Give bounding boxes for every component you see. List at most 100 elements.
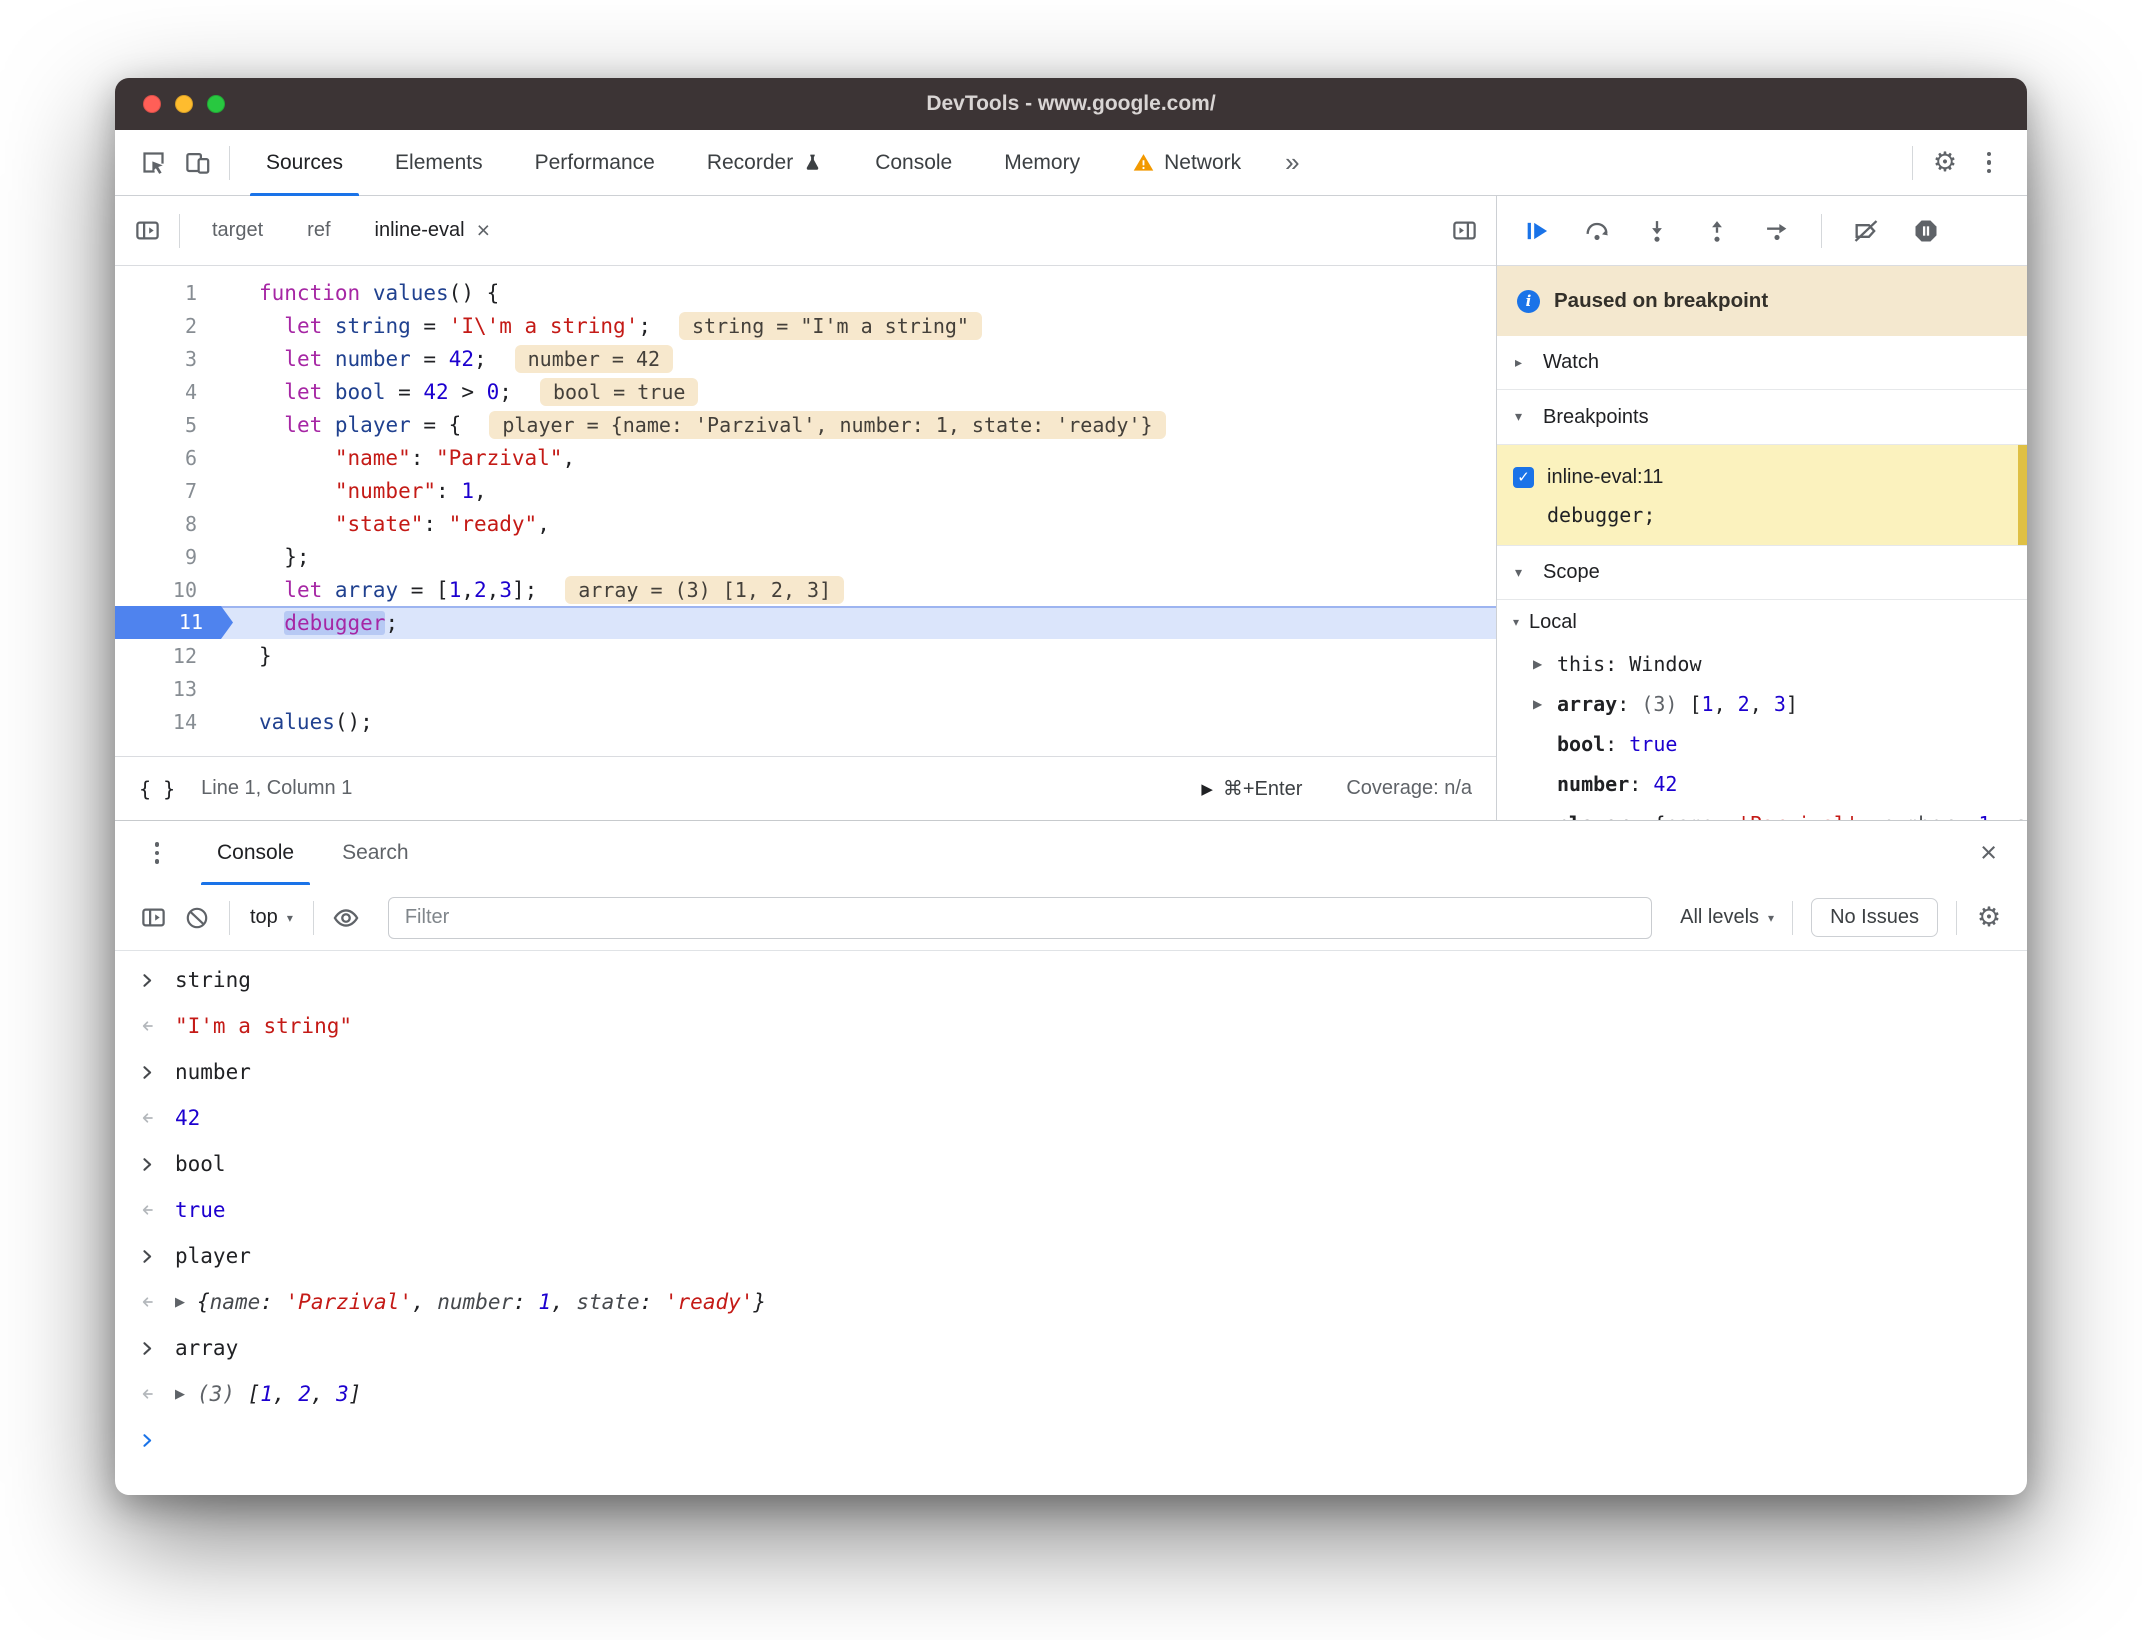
scope-group-local[interactable]: ▾ Local (1497, 600, 2027, 644)
code-line[interactable]: 1 function values() { (115, 276, 1496, 309)
console-input-chevron-icon (137, 1246, 175, 1267)
live-expression-eye-icon[interactable] (324, 896, 368, 940)
settings-gear-icon[interactable]: ⚙ (1923, 141, 1967, 185)
drawer-menu-kebab-icon[interactable] (135, 831, 179, 875)
scope-variable-this[interactable]: ▶ this: Window (1497, 644, 2027, 684)
issues-counter[interactable]: No Issues (1811, 898, 1938, 937)
console-input-row[interactable]: string (115, 957, 2027, 1003)
console-filter-input[interactable] (387, 896, 1653, 939)
console-input-row[interactable]: player (115, 1233, 2027, 1279)
code-line[interactable]: 2 let string = 'I\'m a string'; string = … (115, 309, 1496, 342)
drawer-tab-console[interactable]: Console (193, 821, 318, 885)
scope-variable-bool[interactable]: bool: true (1497, 724, 2027, 764)
line-number[interactable]: 2 (115, 314, 219, 338)
device-toolbar-icon[interactable] (175, 141, 219, 185)
code-line[interactable]: 5 let player = {player = {name: 'Parziva… (115, 408, 1496, 441)
code-line[interactable]: 3 let number = 42; number = 42 (115, 342, 1496, 375)
clear-console-icon[interactable] (175, 896, 219, 940)
console-message-text: number (175, 1060, 251, 1084)
console-message-text: ▶ (3) [1, 2, 3] (175, 1382, 361, 1406)
line-number[interactable]: 14 (115, 710, 219, 734)
drawer-tab-search[interactable]: Search (318, 821, 433, 885)
console-result-row[interactable]: 42 (115, 1095, 2027, 1141)
deactivate-breakpoints-button[interactable] (1840, 208, 1892, 254)
scope-variable-array[interactable]: ▶ array: (3) [1, 2, 3] (1497, 684, 2027, 724)
more-panels-button[interactable]: » (1267, 147, 1317, 178)
scope-variable-number[interactable]: number: 42 (1497, 764, 2027, 804)
execution-line-number[interactable]: 11 (115, 606, 233, 639)
file-tab-target[interactable]: target (190, 196, 285, 265)
main-menu-kebab-icon[interactable] (1967, 141, 2011, 185)
show-console-sidebar-icon[interactable] (131, 896, 175, 940)
code-line[interactable]: 14 values(); (115, 705, 1496, 738)
step-over-button[interactable] (1571, 208, 1623, 254)
line-number[interactable]: 5 (115, 413, 219, 437)
collapsed-triangle-icon[interactable]: ▶ (175, 1387, 185, 1402)
tab-sources[interactable]: Sources (240, 130, 369, 196)
close-drawer-icon[interactable]: × (1980, 838, 1997, 868)
inspect-icon[interactable] (131, 141, 175, 185)
step-into-button[interactable] (1631, 208, 1683, 254)
collapsed-triangle-icon[interactable]: ▶ (1533, 657, 1557, 671)
scope-variable-player[interactable]: ▶player: {name: 'Parzival', number: 1, s… (1497, 804, 2027, 820)
console-result-row[interactable]: true (115, 1187, 2027, 1233)
console-input-chevron-icon (137, 970, 175, 991)
inline-eval-badge: number = 42 (514, 344, 674, 373)
file-tab-ref[interactable]: ref (285, 196, 352, 265)
line-number[interactable]: 13 (115, 677, 219, 701)
line-number[interactable]: 8 (115, 512, 219, 536)
breakpoint-item[interactable]: ✓ inline-eval:11 debugger; (1497, 445, 2027, 545)
console-result-row[interactable]: "I'm a string" (115, 1003, 2027, 1049)
console-input-row[interactable]: array (115, 1325, 2027, 1371)
code-line[interactable]: 9 }; (115, 540, 1496, 573)
code-line[interactable]: 6 "name": "Parzival", (115, 441, 1496, 474)
tab-memory[interactable]: Memory (978, 130, 1106, 196)
close-tab-icon[interactable]: × (477, 219, 490, 242)
log-levels-selector[interactable]: All levels ▾ (1672, 906, 1782, 929)
console-result-row[interactable]: ▶ {name: 'Parzival', number: 1, state: 'r… (115, 1279, 2027, 1325)
pretty-print-button[interactable]: { } (139, 777, 175, 801)
line-number[interactable]: 4 (115, 380, 219, 404)
scope-section-header[interactable]: ▾ Scope (1497, 545, 2027, 600)
step-button[interactable] (1751, 208, 1803, 254)
console-input-row[interactable]: number (115, 1049, 2027, 1095)
execution-line[interactable]: 11 debugger; (115, 606, 1496, 639)
tab-elements[interactable]: Elements (369, 130, 509, 196)
tab-console[interactable]: Console (849, 130, 978, 196)
show-navigator-panel-icon[interactable] (125, 209, 169, 253)
line-number[interactable]: 1 (115, 281, 219, 305)
resume-script-button[interactable] (1511, 208, 1563, 254)
line-number[interactable]: 6 (115, 446, 219, 470)
javascript-context-selector[interactable]: top ▾ (240, 906, 303, 929)
collapsed-triangle-icon[interactable]: ▶ (175, 1295, 185, 1310)
line-number[interactable]: 7 (115, 479, 219, 503)
line-number[interactable]: 10 (115, 578, 219, 602)
tab-recorder[interactable]: Recorder (681, 130, 849, 196)
code-line[interactable]: 7 "number": 1, (115, 474, 1496, 507)
line-number[interactable]: 12 (115, 644, 219, 668)
breakpoints-section-header[interactable]: ▾ Breakpoints (1497, 390, 2027, 445)
breakpoint-checkbox[interactable]: ✓ (1513, 466, 1534, 488)
console-prompt-row[interactable] (115, 1417, 2027, 1463)
tab-performance[interactable]: Performance (509, 130, 681, 196)
watch-section-header[interactable]: ▸ Watch (1497, 336, 2027, 390)
collapsed-triangle-icon[interactable]: ▶ (1533, 697, 1557, 711)
code-line[interactable]: 4 let bool = 42 > 0; bool = true (115, 375, 1496, 408)
code-line[interactable]: 8 "state": "ready", (115, 507, 1496, 540)
code-line[interactable]: 13 (115, 672, 1496, 705)
code-line[interactable]: 10 let array = [1,2,3]; array = (3) [1, 2… (115, 573, 1496, 606)
console-result-row[interactable]: ▶ (3) [1, 2, 3] (115, 1371, 2027, 1417)
console-settings-gear-icon[interactable]: ⚙ (1967, 896, 2011, 940)
file-tabbar-divider (179, 213, 180, 248)
tab-network[interactable]: Network (1106, 130, 1267, 196)
code-editor[interactable]: 1 function values() {2 let string = 'I\'m… (115, 266, 1496, 756)
console-input-row[interactable]: bool (115, 1141, 2027, 1187)
code-line[interactable]: 12} (115, 639, 1496, 672)
show-debugger-panel-icon[interactable] (1442, 209, 1486, 253)
pause-on-exceptions-button[interactable] (1900, 208, 1952, 254)
token-num: 3 (1773, 692, 1786, 716)
file-tab-inline-eval[interactable]: inline-eval × (353, 196, 513, 265)
line-number[interactable]: 9 (115, 545, 219, 569)
step-out-button[interactable] (1691, 208, 1743, 254)
line-number[interactable]: 3 (115, 347, 219, 371)
